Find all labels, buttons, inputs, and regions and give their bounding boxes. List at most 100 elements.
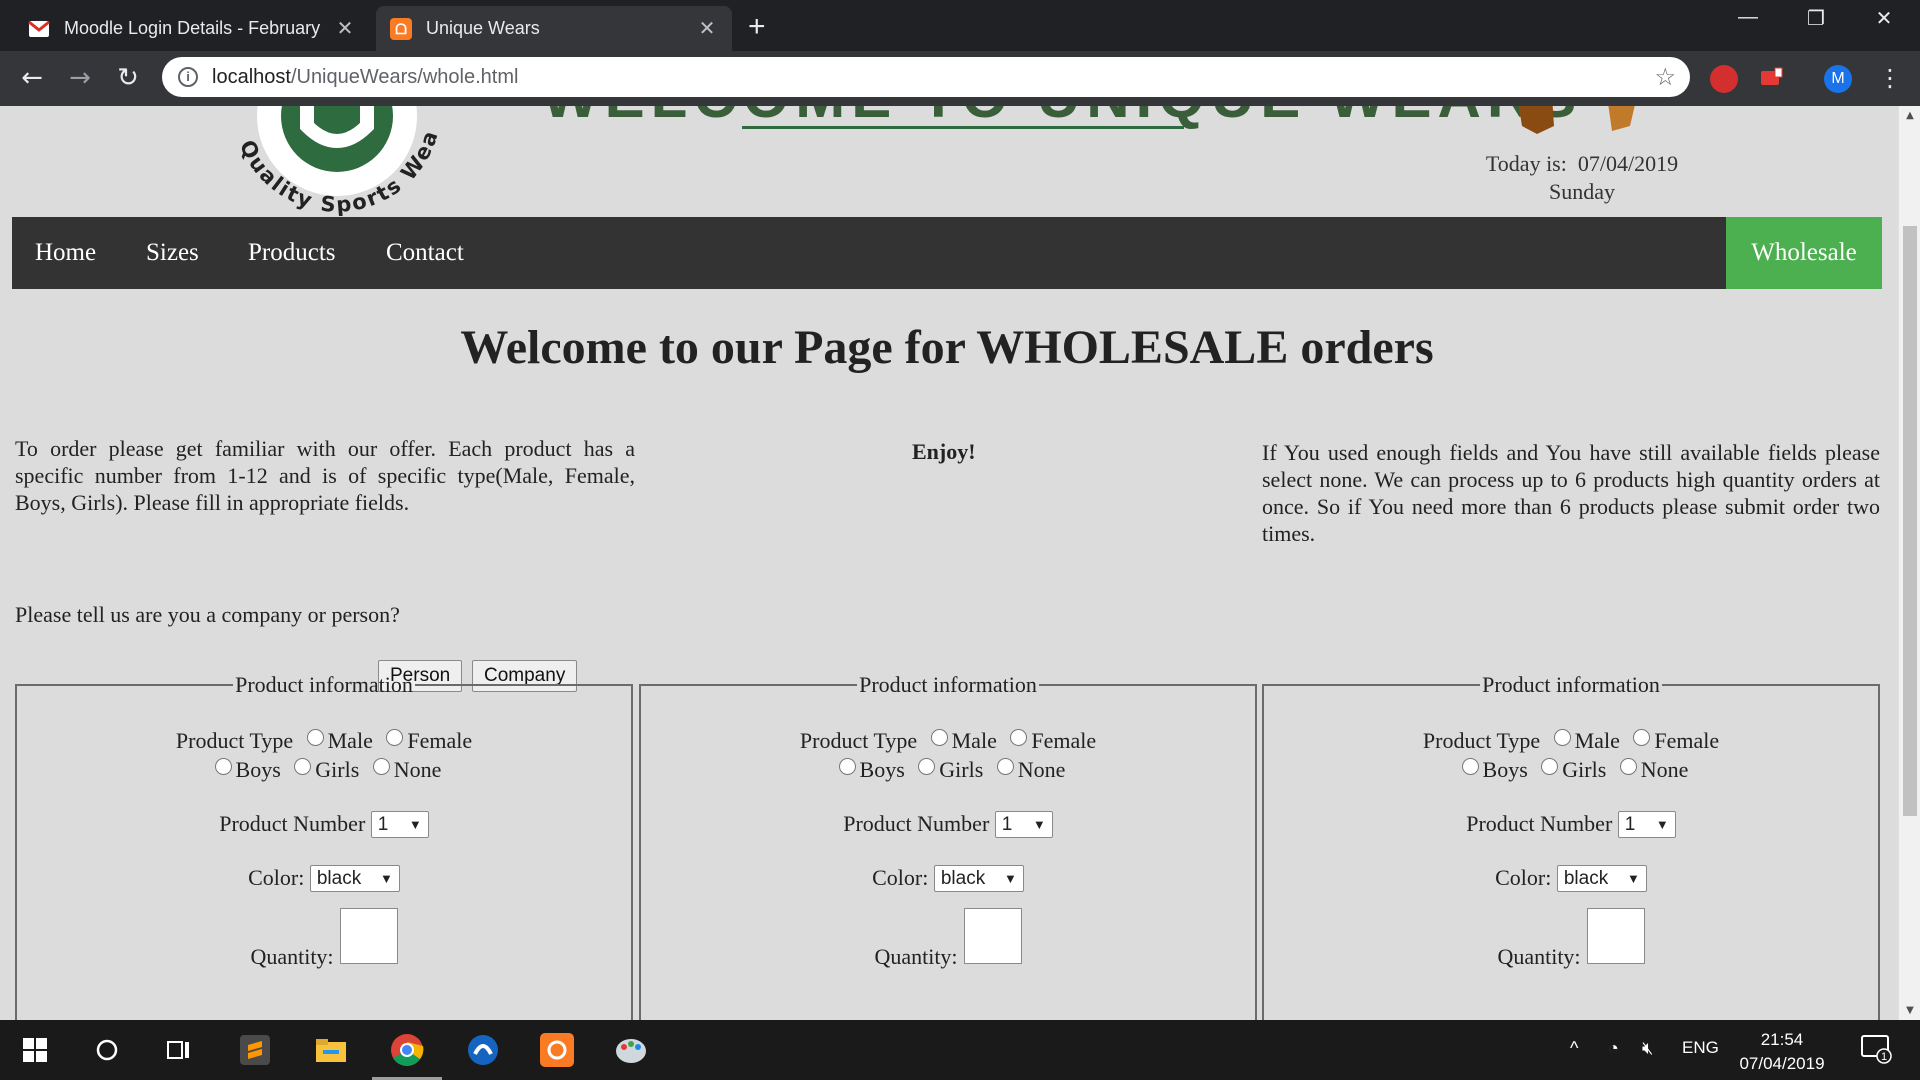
radio-girls-label: Girls: [315, 757, 360, 782]
restore-button[interactable]: ❐: [1786, 6, 1846, 31]
radio-female[interactable]: [386, 729, 404, 746]
notification-center-icon[interactable]: 1: [1860, 1034, 1892, 1069]
color-select[interactable]: black ▼: [933, 865, 1024, 892]
scroll-thumb[interactable]: [1903, 226, 1917, 816]
dropdown-arrow-icon: ▼: [408, 817, 422, 832]
quantity-label: Quantity:: [1497, 944, 1581, 969]
radio-none[interactable]: [1619, 758, 1637, 775]
radio-female[interactable]: [1633, 729, 1651, 746]
nav-wholesale[interactable]: Wholesale: [1726, 217, 1882, 289]
scroll-up-arrow-icon[interactable]: ▲: [1903, 110, 1917, 121]
minimize-button[interactable]: —: [1718, 6, 1778, 29]
system-clock[interactable]: 21:54 07/04/2019: [1732, 1028, 1832, 1076]
thumbs-down-extension-icon[interactable]: [1758, 65, 1786, 93]
browser-tab-bar: Moodle Login Details - February ✕ ᗝ Uniq…: [0, 0, 1920, 51]
radio-girls[interactable]: [294, 758, 312, 775]
radio-none[interactable]: [996, 758, 1014, 775]
info-icon[interactable]: i: [178, 67, 198, 87]
page-viewport: Quality Sports Wear WELCOME TO UNIQUE WE…: [0, 106, 1920, 1020]
scroll-down-arrow-icon[interactable]: ▼: [1903, 1005, 1917, 1016]
language-indicator[interactable]: ENG: [1682, 1038, 1719, 1058]
close-window-button[interactable]: ✕: [1854, 6, 1914, 31]
radio-female-label: Female: [1031, 728, 1097, 753]
quantity-input[interactable]: [339, 908, 398, 964]
menu-kebab-icon[interactable]: ⋮: [1872, 61, 1908, 97]
color-select[interactable]: black ▼: [1556, 865, 1647, 892]
product-type-row: Product Type Male Female: [17, 728, 631, 754]
product-number-select[interactable]: 1 ▼: [994, 811, 1053, 838]
close-tab-icon[interactable]: ✕: [334, 16, 356, 41]
color-select[interactable]: black ▼: [309, 865, 400, 892]
quantity-input[interactable]: [963, 908, 1022, 964]
tab-title: Unique Wears: [426, 18, 540, 38]
tab-unique-wears[interactable]: ᗝ Unique Wears ✕: [376, 6, 732, 51]
close-tab-icon[interactable]: ✕: [696, 16, 718, 41]
radio-female-label: Female: [407, 728, 473, 753]
volume-muted-icon[interactable]: 🔇︎: [1642, 1038, 1653, 1059]
page-content: Quality Sports Wear WELCOME TO UNIQUE WE…: [12, 106, 1882, 1020]
bookmark-star-icon[interactable]: ☆: [1654, 63, 1676, 92]
radio-none-label: None: [1640, 757, 1689, 782]
cortana-search-icon[interactable]: [82, 1028, 132, 1072]
chrome-icon[interactable]: [382, 1028, 432, 1072]
file-explorer-icon[interactable]: [306, 1028, 356, 1072]
quantity-input[interactable]: [1586, 908, 1645, 964]
product-number-select[interactable]: 1 ▼: [1617, 811, 1676, 838]
radio-boys[interactable]: [838, 758, 856, 775]
paint-icon[interactable]: [606, 1028, 656, 1072]
product-info-fieldset: Product information Product Type Male Fe…: [15, 672, 633, 1020]
tray-chevron-icon[interactable]: ^: [1570, 1038, 1578, 1059]
app-blue-circle-icon[interactable]: [458, 1028, 508, 1072]
radio-boys-label: Boys: [235, 757, 281, 782]
logo: Quality Sports Wear: [217, 106, 441, 216]
tab-moodle-login[interactable]: Moodle Login Details - February ✕: [14, 6, 370, 51]
radio-male[interactable]: [930, 729, 948, 746]
radio-female[interactable]: [1010, 729, 1028, 746]
radio-male-label: Male: [951, 728, 997, 753]
color-row: Color: black ▼: [17, 865, 631, 892]
product-number-select[interactable]: 1 ▼: [370, 811, 429, 838]
weekday: Sunday: [1549, 179, 1615, 204]
back-icon[interactable]: ←: [14, 61, 50, 97]
date-display: Today is: 07/04/2019 Sunday: [1392, 150, 1772, 206]
radio-girls-label: Girls: [1562, 757, 1607, 782]
page-title: Welcome to our Page for WHOLESALE orders: [460, 321, 1434, 374]
running-shoes-icon: [1518, 106, 1635, 134]
forward-icon[interactable]: →: [62, 61, 98, 97]
profile-avatar[interactable]: M: [1824, 65, 1852, 93]
radio-none[interactable]: [372, 758, 390, 775]
radio-none-label: None: [393, 757, 442, 782]
windows-start-icon[interactable]: [10, 1028, 60, 1072]
radio-male[interactable]: [306, 729, 324, 746]
radio-male-label: Male: [327, 728, 373, 753]
radio-girls[interactable]: [918, 758, 936, 775]
wifi-icon[interactable]: ◔: [1608, 1038, 1619, 1059]
quantity-row: Quantity:: [1264, 908, 1878, 970]
radio-boys[interactable]: [214, 758, 232, 775]
reload-icon[interactable]: ↻: [110, 61, 146, 97]
vertical-scrollbar[interactable]: ▲ ▼: [1898, 106, 1920, 1020]
radio-girls[interactable]: [1541, 758, 1559, 775]
fieldset-legend: Product information: [859, 672, 1037, 697]
sublime-text-icon[interactable]: [230, 1028, 280, 1072]
url-path: /UniqueWears/whole.html: [290, 65, 519, 88]
task-view-icon[interactable]: [154, 1028, 204, 1072]
nav-contact[interactable]: Contact: [386, 217, 464, 289]
new-tab-button[interactable]: +: [748, 10, 766, 44]
adblock-extension-icon[interactable]: [1710, 65, 1738, 93]
dropdown-arrow-icon: ▼: [1032, 817, 1046, 832]
nav-sizes[interactable]: Sizes: [146, 217, 199, 289]
gmail-icon: [28, 18, 50, 40]
xampp-control-icon[interactable]: [532, 1028, 582, 1072]
radio-none-label: None: [1017, 757, 1066, 782]
radio-male-label: Male: [1574, 728, 1620, 753]
quantity-row: Quantity:: [17, 908, 631, 970]
nav-home[interactable]: Home: [35, 217, 96, 289]
date-label: Today is:: [1485, 151, 1567, 176]
address-bar[interactable]: i localhost/UniqueWears/whole.html ☆: [162, 57, 1690, 97]
fieldset-legend: Product information: [235, 672, 413, 697]
product-number-row: Product Number 1 ▼: [641, 811, 1255, 838]
radio-boys[interactable]: [1461, 758, 1479, 775]
nav-products[interactable]: Products: [248, 217, 336, 289]
radio-male[interactable]: [1553, 729, 1571, 746]
